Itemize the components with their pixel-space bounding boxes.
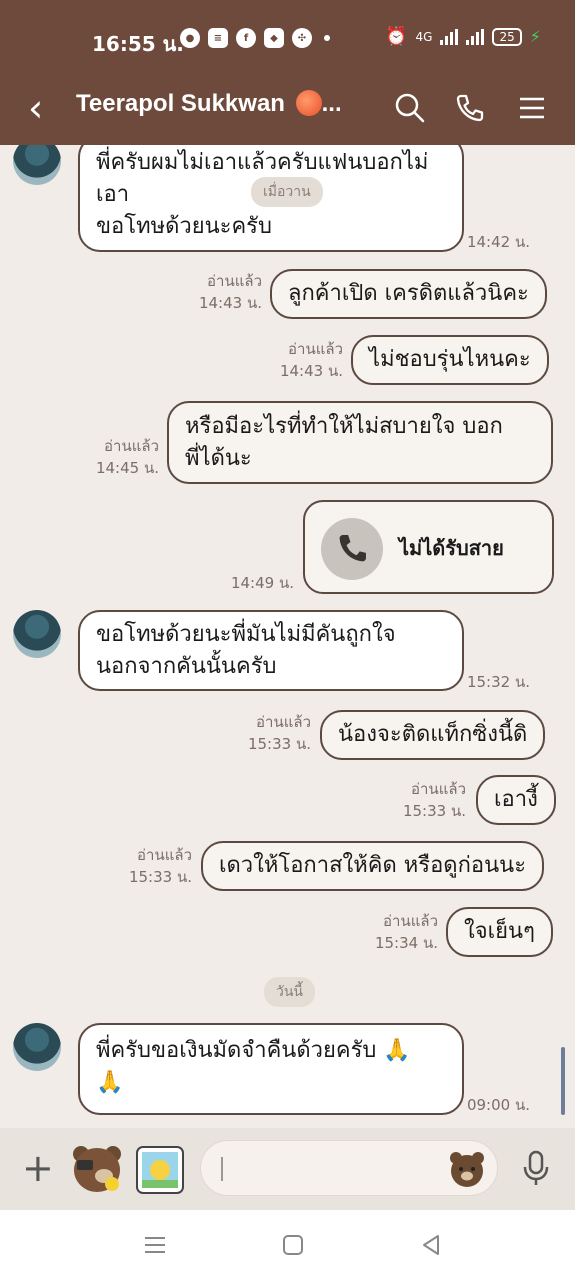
outgoing-message-bubble[interactable]: หรือมีอะไรที่ทำให้ไม่สบายใจ บอก พี่ได้นะ	[167, 401, 553, 484]
message-time: 15:34 น.	[374, 934, 438, 952]
read-label: อ่านแล้ว	[137, 846, 192, 864]
chat-messages[interactable]: พี่ครับผมไม่เอาแล้วครับแฟนบอกไม่ เอา ขอโ…	[0, 145, 575, 1128]
message-input-bar: +	[0, 1128, 575, 1210]
signal-icon	[440, 28, 459, 45]
home-icon[interactable]	[280, 1232, 306, 1258]
pinwheel-icon: ✣	[292, 28, 312, 48]
title-ellipsis: ...	[321, 90, 342, 117]
message-time: 15:33 น.	[247, 735, 311, 753]
date-separator-yesterday: เมื่อวาน	[251, 177, 323, 207]
outgoing-message-bubble[interactable]: ใจเย็นๆ	[446, 907, 553, 957]
status-bar: 16:55 น. ● ≡ f ◆ ✣ ⏰ 4G 25 ⚡	[0, 0, 575, 78]
message-time: 09:00 น.	[466, 1096, 530, 1114]
message-text: นอกจากคันนั้นครับ	[96, 654, 277, 679]
message-time: 15:32 น.	[466, 673, 530, 691]
call-icon-circle	[321, 518, 383, 580]
outgoing-message-bubble[interactable]: เอางี้	[476, 775, 556, 825]
outgoing-message-bubble[interactable]: น้องจะติดแท็กซิ่งนี้ดิ	[320, 710, 546, 760]
read-receipt: อ่านแล้ว 15:34 น.	[375, 910, 438, 954]
chat-scrollbar[interactable]	[561, 1047, 565, 1115]
avatar[interactable]	[13, 610, 61, 658]
phone-icon	[339, 535, 366, 562]
message-time: 14:43 น.	[198, 294, 262, 312]
message-time: 15:33 น.	[128, 868, 192, 886]
message-time: 14:45 น.	[95, 459, 159, 477]
microphone-icon[interactable]	[518, 1148, 554, 1188]
message-time: 14:43 น.	[279, 362, 343, 380]
charging-icon: ⚡	[529, 27, 541, 46]
read-receipt: อ่านแล้ว 15:33 น.	[129, 844, 192, 888]
contact-name[interactable]: Teerapol Sukkwan ...	[76, 90, 342, 118]
read-label: อ่านแล้ว	[383, 912, 438, 930]
read-label: อ่านแล้ว	[411, 780, 466, 798]
line-icon: ●	[180, 28, 200, 48]
message-text: พี่ครับขอเงินมัดจำคืนด้วยครับ 🙏	[96, 1038, 411, 1063]
network-label: 4G	[415, 29, 433, 44]
message-text: หรือมีอะไรที่ทำให้ไม่สบายใจ บอก	[185, 414, 503, 439]
message-text: ขอโทษด้วยนะพี่มันไม่มีคันถูกใจ	[96, 622, 396, 647]
message-input[interactable]	[200, 1140, 498, 1196]
read-label: อ่านแล้ว	[104, 437, 159, 455]
read-receipt: อ่านแล้ว 15:33 น.	[248, 711, 311, 755]
message-text: พี่ได้นะ	[185, 446, 252, 471]
read-receipt: อ่านแล้ว 14:43 น.	[280, 338, 343, 382]
contact-name-text: Teerapol Sukkwan	[76, 90, 285, 117]
message-time: 14:49 น.	[230, 574, 294, 592]
facebook-icon: f	[236, 28, 256, 48]
alarm-icon: ⏰	[385, 26, 408, 47]
status-system-icons: ⏰ 4G 25 ⚡	[385, 26, 541, 47]
emoji-bear-icon[interactable]	[447, 1149, 487, 1189]
menu-icon[interactable]	[512, 88, 552, 128]
more-notifications-dot-icon	[324, 35, 330, 41]
message-text: ขอโทษด้วยนะครับ	[96, 214, 272, 239]
outgoing-message-bubble[interactable]: ไม่ชอบรุ่นไหนคะ	[351, 335, 549, 385]
missed-call-card[interactable]: ไม่ได้รับสาย	[303, 500, 554, 594]
chat-header: ‹ Teerapol Sukkwan ...	[0, 78, 575, 145]
read-receipt: อ่านแล้ว 14:45 น.	[96, 435, 159, 479]
outgoing-message-bubble[interactable]: เดวให้โอกาสให้คิด หรือดูก่อนนะ	[201, 841, 545, 891]
phone-call-icon[interactable]	[450, 88, 490, 128]
read-label: อ่านแล้ว	[256, 713, 311, 731]
message-text: 🙏	[96, 1070, 124, 1095]
status-time: 16:55 น.	[92, 32, 184, 56]
read-receipt: อ่านแล้ว 14:43 น.	[199, 270, 262, 314]
app-icon: ◆	[264, 28, 284, 48]
incoming-message-bubble[interactable]: ขอโทษด้วยนะพี่มันไม่มีคันถูกใจ นอกจากคัน…	[78, 610, 464, 691]
back-nav-icon[interactable]	[418, 1232, 444, 1258]
avatar[interactable]	[13, 1023, 61, 1071]
read-label: อ่านแล้ว	[288, 340, 343, 358]
outgoing-message-bubble[interactable]: ลูกค้าเปิด เครดิตแล้วนิคะ	[270, 269, 547, 319]
peach-emoji-icon	[295, 90, 322, 116]
incoming-message-bubble[interactable]: พี่ครับขอเงินมัดจำคืนด้วยครับ 🙏 🙏	[78, 1023, 464, 1115]
message-time: 14:42 น.	[466, 233, 530, 251]
plus-icon[interactable]: +	[22, 1146, 54, 1190]
search-icon[interactable]	[390, 88, 430, 128]
date-separator-today: วันนี้	[264, 977, 316, 1007]
recent-apps-icon[interactable]	[142, 1232, 168, 1258]
photo-sticker-icon[interactable]	[134, 1144, 186, 1196]
missed-call-label: ไม่ได้รับสาย	[399, 536, 504, 560]
status-notification-icons: ● ≡ f ◆ ✣	[180, 28, 330, 48]
back-button[interactable]: ‹	[28, 86, 43, 130]
avatar[interactable]	[13, 145, 61, 185]
read-receipt: อ่านแล้ว 15:33 น.	[403, 778, 466, 822]
brown-bear-sticker-icon[interactable]	[68, 1140, 126, 1198]
spotify-icon: ≡	[208, 28, 228, 48]
message-text: พี่ครับผมไม่เอาแล้วครับแฟนบอกไม่	[96, 150, 429, 175]
system-navigation-bar	[0, 1210, 575, 1280]
message-time: 15:33 น.	[402, 802, 466, 820]
read-label: อ่านแล้ว	[207, 272, 262, 290]
battery-icon: 25	[492, 27, 522, 46]
signal-2-icon	[466, 28, 485, 45]
text-cursor	[221, 1157, 223, 1181]
